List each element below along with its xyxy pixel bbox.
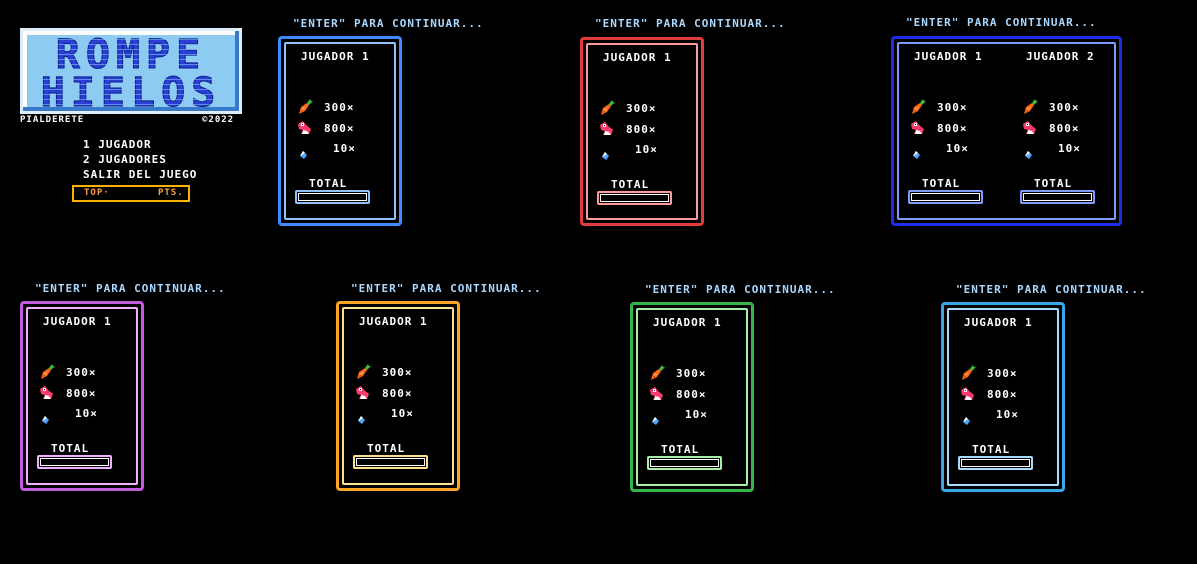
total-label: TOTAL — [367, 442, 406, 455]
item-score: 10× — [635, 143, 658, 156]
enter-prompt: "ENTER" PARA CONTINUAR... — [645, 283, 836, 296]
ice-icon — [358, 409, 365, 424]
ice-icon — [963, 410, 970, 425]
carrot-icon — [297, 99, 313, 115]
fish-icon — [39, 385, 55, 399]
player-label: JUGADOR 1 — [653, 316, 722, 329]
logo-title-line2: HIELOS — [23, 73, 239, 114]
fish-icon — [910, 120, 926, 134]
total-score-box — [295, 190, 370, 204]
total-label: TOTAL — [309, 177, 348, 190]
item-score: 300× — [324, 101, 355, 114]
fish-icon — [297, 120, 313, 134]
item-score: 10× — [391, 407, 414, 420]
item-score: 800× — [382, 387, 413, 400]
score-panel-orange: JUGADOR 1 300× 800× 10× TOTAL — [336, 301, 460, 491]
item-score: 800× — [66, 387, 97, 400]
item-score: 10× — [1058, 142, 1081, 155]
pts-label: PTS. — [158, 188, 184, 198]
ice-icon — [42, 409, 49, 424]
item-score: 10× — [946, 142, 969, 155]
fish-icon — [960, 386, 976, 400]
item-score: 300× — [382, 366, 413, 379]
total-score-box — [1020, 190, 1095, 204]
total-score-box — [908, 190, 983, 204]
enter-prompt: "ENTER" PARA CONTINUAR... — [595, 17, 786, 30]
total-score-box — [647, 456, 722, 470]
player-label: JUGADOR 2 — [1026, 50, 1095, 63]
item-score: 10× — [996, 408, 1019, 421]
carrot-icon — [910, 99, 926, 115]
ice-icon — [913, 144, 920, 159]
ice-icon — [652, 410, 659, 425]
total-score-box — [353, 455, 428, 469]
item-score: 800× — [626, 123, 657, 136]
ice-icon — [1025, 144, 1032, 159]
top-score-box: TOP· PTS. — [72, 185, 190, 202]
enter-prompt: "ENTER" PARA CONTINUAR... — [35, 282, 226, 295]
score-panel-purple: JUGADOR 1 300× 800× 10× TOTAL — [20, 301, 144, 491]
total-score-box — [37, 455, 112, 469]
carrot-icon — [1022, 99, 1038, 115]
total-score-box — [958, 456, 1033, 470]
score-panel-blue: JUGADOR 1 300× 800× 10× TOTAL — [278, 36, 402, 226]
fish-icon — [355, 385, 371, 399]
item-score: 10× — [75, 407, 98, 420]
total-label: TOTAL — [1034, 177, 1073, 190]
player-label: JUGADOR 1 — [964, 316, 1033, 329]
item-score: 800× — [1049, 122, 1080, 135]
score-panel-navy: JUGADOR 1 300× 800× 10× TOTAL JUGADOR 2 300× 80… — [891, 36, 1122, 226]
carrot-icon — [39, 364, 55, 380]
carrot-icon — [355, 364, 371, 380]
player-label: JUGADOR 1 — [603, 51, 672, 64]
logo-title-line1: ROMPE — [23, 35, 239, 76]
total-label: TOTAL — [611, 178, 650, 191]
total-label: TOTAL — [922, 177, 961, 190]
menu-item-1-player[interactable]: 1 JUGADOR — [83, 138, 152, 151]
item-score: 300× — [1049, 101, 1080, 114]
fish-icon — [649, 386, 665, 400]
player-label: JUGADOR 1 — [359, 315, 428, 328]
menu-item-exit[interactable]: SALIR DEL JUEGO — [83, 168, 197, 181]
item-score: 10× — [333, 142, 356, 155]
game-logo: ROMPE HIELOS — [20, 28, 242, 114]
item-score: 800× — [324, 122, 355, 135]
total-label: TOTAL — [51, 442, 90, 455]
item-score: 300× — [676, 367, 707, 380]
item-score: 300× — [987, 367, 1018, 380]
item-score: 300× — [66, 366, 97, 379]
carrot-icon — [649, 365, 665, 381]
enter-prompt: "ENTER" PARA CONTINUAR... — [956, 283, 1147, 296]
player-label: JUGADOR 1 — [914, 50, 983, 63]
carrot-icon — [599, 100, 615, 116]
top-label: TOP· — [84, 188, 110, 198]
item-score: 800× — [676, 388, 707, 401]
item-score: 10× — [685, 408, 708, 421]
score-panel-red: JUGADOR 1 300× 800× 10× TOTAL — [580, 37, 704, 226]
score-panel-green: JUGADOR 1 300× 800× 10× TOTAL — [630, 302, 754, 492]
ice-icon — [602, 145, 609, 160]
fish-icon — [1022, 120, 1038, 134]
item-score: 800× — [937, 122, 968, 135]
player-label: JUGADOR 1 — [43, 315, 112, 328]
copyright-year: ©2022 — [202, 115, 235, 125]
item-score: 800× — [987, 388, 1018, 401]
carrot-icon — [960, 365, 976, 381]
ice-icon — [300, 144, 307, 159]
enter-prompt: "ENTER" PARA CONTINUAR... — [351, 282, 542, 295]
fish-icon — [599, 121, 615, 135]
item-score: 300× — [937, 101, 968, 114]
total-label: TOTAL — [661, 443, 700, 456]
enter-prompt: "ENTER" PARA CONTINUAR... — [906, 16, 1097, 29]
menu-item-2-players[interactable]: 2 JUGADORES — [83, 153, 167, 166]
enter-prompt: "ENTER" PARA CONTINUAR... — [293, 17, 484, 30]
total-score-box — [597, 191, 672, 205]
score-panel-lightblue: JUGADOR 1 300× 800× 10× TOTAL — [941, 302, 1065, 492]
total-label: TOTAL — [972, 443, 1011, 456]
item-score: 300× — [626, 102, 657, 115]
author-credit: PIALDERETE — [20, 115, 85, 125]
player-label: JUGADOR 1 — [301, 50, 370, 63]
